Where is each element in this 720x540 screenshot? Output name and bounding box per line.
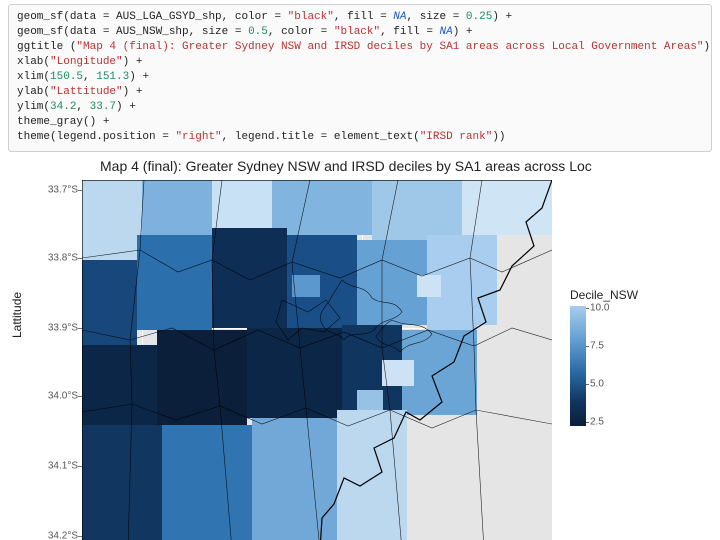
legend-tick: 5.0 xyxy=(590,379,604,390)
code-line: theme(legend.position = "right", legend.… xyxy=(17,130,703,145)
y-tick: 33.8°S xyxy=(44,253,78,264)
legend: Decile_NSW 10.0 7.5 5.0 2.5 xyxy=(570,288,690,426)
y-tick: 33.7°S xyxy=(44,185,78,196)
plot-panel xyxy=(82,180,552,540)
legend-colorbar: 10.0 7.5 5.0 2.5 xyxy=(570,306,586,426)
y-axis-label: Lattitude xyxy=(10,292,24,338)
code-line: theme_gray() + xyxy=(17,115,703,130)
choropleth-map xyxy=(82,180,552,540)
code-line: ggtitle ("Map 4 (final): Greater Sydney … xyxy=(17,40,703,55)
y-tick: 34.0°S xyxy=(44,391,78,402)
code-line: xlim(150.5, 151.3) + xyxy=(17,70,703,85)
code-line: geom_sf(data = AUS_LGA_GSYD_shp, color =… xyxy=(17,10,703,25)
code-line: xlab("Longitude") + xyxy=(17,55,703,70)
plot-title: Map 4 (final): Greater Sydney NSW and IR… xyxy=(100,158,592,174)
legend-tick: 10.0 xyxy=(590,303,609,314)
plot-area: Map 4 (final): Greater Sydney NSW and IR… xyxy=(10,158,710,540)
y-tick: 34.1°S xyxy=(44,461,78,472)
legend-tick: 2.5 xyxy=(590,417,604,428)
legend-tick: 7.5 xyxy=(590,341,604,352)
y-tick: 34.2°S xyxy=(44,531,78,540)
code-line: geom_sf(data = AUS_NSW_shp, size = 0.5, … xyxy=(17,25,703,40)
legend-title: Decile_NSW xyxy=(570,288,690,302)
code-line: ylab("Lattitude") + xyxy=(17,85,703,100)
y-tick: 33.9°S xyxy=(44,323,78,334)
code-block: geom_sf(data = AUS_LGA_GSYD_shp, color =… xyxy=(8,4,712,152)
code-line: ylim(34.2, 33.7) + xyxy=(17,100,703,115)
